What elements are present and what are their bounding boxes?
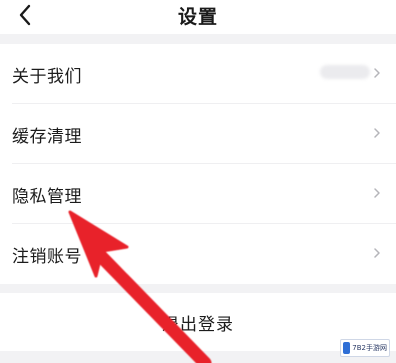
chevron-right-icon (374, 128, 380, 138)
watermark-logo-icon (343, 342, 351, 354)
settings-item-privacy[interactable]: 隐私管理 (0, 164, 396, 224)
watermark-text: 7B2手游网 (352, 344, 387, 352)
page-title: 设置 (177, 6, 218, 28)
settings-item-about-us[interactable]: 关于我们 (0, 44, 396, 104)
header-bar: 设置 (0, 0, 396, 34)
chevron-right-icon (374, 68, 380, 78)
settings-item-label: 缓存清理 (12, 127, 82, 147)
logout-button[interactable]: 退出登录 (0, 293, 396, 351)
settings-item-cache-clear[interactable]: 缓存清理 (0, 104, 396, 164)
settings-item-label: 注销账号 (12, 247, 82, 267)
blurred-value (320, 65, 370, 79)
settings-screen: 设置 关于我们 缓存清理 隐私管理 注销账号 退出登录 7B2手游网 (0, 0, 396, 363)
settings-item-label: 隐私管理 (12, 187, 82, 207)
settings-item-cancel-account[interactable]: 注销账号 (0, 224, 396, 284)
watermark-badge: 7B2手游网 (340, 339, 390, 357)
chevron-right-icon (374, 188, 380, 198)
settings-item-label: 关于我们 (12, 67, 82, 87)
logout-label: 退出登录 (162, 315, 234, 335)
chevron-right-icon (374, 248, 380, 258)
settings-list: 关于我们 缓存清理 隐私管理 注销账号 (0, 44, 396, 284)
